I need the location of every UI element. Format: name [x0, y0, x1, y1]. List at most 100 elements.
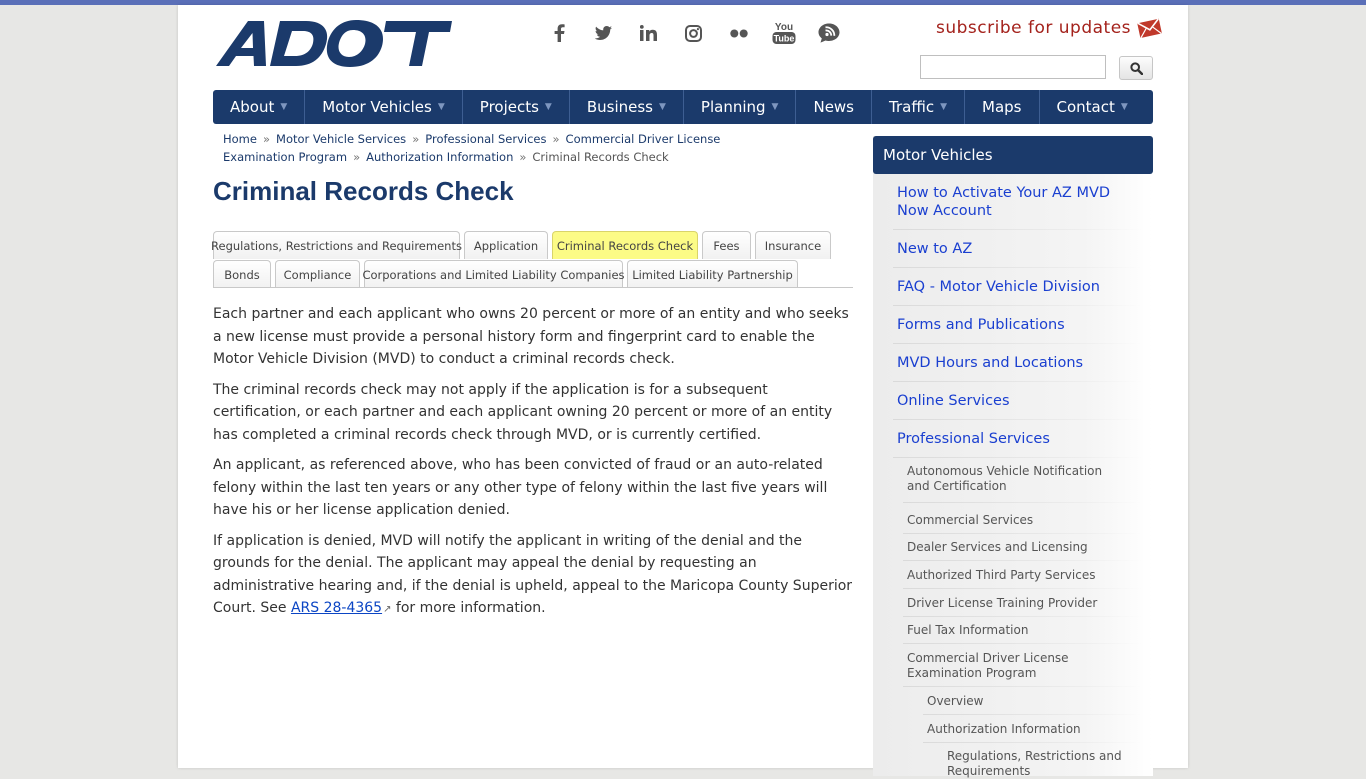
caret-down-icon: ▼	[771, 102, 779, 112]
nav-label: Contact	[1056, 98, 1115, 116]
tab-underline	[213, 287, 853, 288]
page-container: You Tube subscribe for updates About ▼ Mo…	[178, 5, 1188, 778]
tab-regulations[interactable]: Regulations, Restrictions and Requiremen…	[211, 231, 462, 259]
sidebar-divider	[903, 616, 1143, 617]
sidebar-subsubitem-overview[interactable]: Overview	[927, 694, 1137, 709]
sidebar-divider	[893, 305, 1143, 306]
sidebar-item-new-to-az[interactable]: New to AZ	[897, 240, 1143, 258]
nav-item-about[interactable]: About ▼	[213, 90, 306, 124]
envelope-icon	[1137, 18, 1162, 39]
sidebar-item-hours-locations[interactable]: MVD Hours and Locations	[897, 354, 1143, 372]
caret-down-icon: ▼	[1120, 102, 1128, 112]
breadcrumb-motor-vehicle-services[interactable]: Motor Vehicle Services	[276, 132, 406, 146]
nav-label: Maps	[982, 98, 1022, 116]
sidebar-divider	[903, 588, 1143, 589]
nav-label: Projects	[479, 98, 539, 116]
sidebar-subitem-third-party[interactable]: Authorized Third Party Services	[907, 568, 1137, 583]
search-input[interactable]	[920, 55, 1106, 79]
nav-label: Business	[586, 98, 653, 116]
ars-link[interactable]: ARS 28-4365	[291, 600, 382, 616]
linkedin-icon[interactable]	[626, 15, 671, 51]
sidebar-subsubitem-authorization-information[interactable]: Authorization Information	[927, 722, 1137, 737]
facebook-icon[interactable]	[536, 15, 581, 51]
sidebar-subitem-commercial-services[interactable]: Commercial Services	[907, 513, 1137, 528]
nav-item-traffic[interactable]: Traffic ▼	[872, 90, 966, 124]
nav-item-news[interactable]: News	[796, 90, 873, 124]
breadcrumb-separator: »	[412, 132, 420, 146]
tab-application[interactable]: Application	[464, 231, 548, 259]
sidebar-divider	[903, 643, 1143, 644]
twitter-icon[interactable]	[581, 15, 626, 51]
breadcrumb-separator: »	[519, 150, 527, 164]
sidebar-divider	[903, 560, 1143, 561]
sidebar-item-forms[interactable]: Forms and Publications	[897, 316, 1143, 334]
youtube-bottom-label: Tube	[773, 34, 794, 44]
sidebar-divider	[893, 457, 1143, 458]
tab-bonds[interactable]: Bonds	[213, 260, 271, 288]
sidebar-divider	[903, 686, 1143, 687]
content-paragraph: The criminal records check may not apply…	[213, 381, 833, 443]
breadcrumb-current: Criminal Records Check	[532, 150, 669, 164]
nav-label: Motor Vehicles	[322, 98, 432, 116]
tab-compliance[interactable]: Compliance	[275, 260, 360, 288]
nav-item-maps[interactable]: Maps	[965, 90, 1040, 124]
content-paragraph: Each partner and each applicant who owns…	[213, 306, 849, 367]
nav-label: Traffic	[889, 98, 935, 116]
sidebar-item-faq[interactable]: FAQ - Motor Vehicle Division	[897, 278, 1143, 296]
main-content: Each partner and each applicant who owns…	[213, 303, 857, 630]
blog-icon[interactable]	[806, 15, 851, 51]
sidebar-item-online-services[interactable]: Online Services	[897, 392, 1143, 410]
sidebar-divider	[893, 381, 1143, 382]
nav-item-business[interactable]: Business ▼	[570, 90, 684, 124]
caret-down-icon: ▼	[280, 102, 288, 112]
tab-criminal-records-check[interactable]: Criminal Records Check	[552, 231, 698, 259]
subscribe-label: subscribe for updates	[936, 18, 1132, 38]
adot-logo[interactable]	[214, 18, 454, 68]
sidebar-subitem-fuel-tax[interactable]: Fuel Tax Information	[907, 623, 1137, 638]
flickr-icon[interactable]	[716, 15, 761, 51]
nav-item-planning[interactable]: Planning ▼	[684, 90, 797, 124]
breadcrumb-separator: »	[353, 150, 361, 164]
breadcrumb-professional-services[interactable]: Professional Services	[425, 132, 546, 146]
sidebar: Motor Vehicles How to Activate Your AZ M…	[873, 136, 1153, 779]
caret-down-icon: ▼	[940, 102, 948, 112]
breadcrumb-home[interactable]: Home	[223, 132, 257, 146]
youtube-icon[interactable]: You Tube	[761, 15, 806, 51]
sidebar-item-az-mvd-now[interactable]: How to Activate Your AZ MVD Now Account	[897, 184, 1143, 220]
sidebar-divider	[893, 229, 1143, 230]
tab-llp[interactable]: Limited Liability Partnership	[627, 260, 798, 288]
subscribe-link[interactable]: subscribe for updates	[936, 15, 1163, 41]
breadcrumb-separator: »	[262, 132, 271, 146]
sidebar-divider	[893, 343, 1143, 344]
sidebar-item-professional-services[interactable]: Professional Services	[897, 430, 1143, 448]
tab-corporations-llc[interactable]: Corporations and Limited Liability Compa…	[362, 260, 625, 288]
sidebar-subitem-cdl-exam-program[interactable]: Commercial Driver License Examination Pr…	[907, 651, 1137, 681]
sidebar-subitem-dealer-services[interactable]: Dealer Services and Licensing	[907, 540, 1137, 555]
caret-down-icon: ▼	[659, 102, 666, 112]
tab-fees[interactable]: Fees	[702, 231, 751, 259]
nav-item-contact[interactable]: Contact ▼	[1040, 90, 1145, 124]
paragraph-text: for more information.	[391, 600, 546, 616]
tab-insurance[interactable]: Insurance	[755, 231, 831, 259]
sidebar-header[interactable]: Motor Vehicles	[873, 136, 1153, 174]
nav-item-projects[interactable]: Projects ▼	[463, 90, 570, 124]
instagram-icon[interactable]	[671, 15, 716, 51]
breadcrumb-authorization-information[interactable]: Authorization Information	[366, 150, 513, 164]
sidebar-divider	[893, 267, 1143, 268]
sidebar-divider	[903, 502, 1143, 503]
tab-bar: Regulations, Restrictions and Requiremen…	[211, 230, 853, 288]
sidebar-level4-item-regulations[interactable]: Regulations, Restrictions and Requiremen…	[947, 749, 1127, 779]
nav-item-motor-vehicles[interactable]: Motor Vehicles ▼	[305, 90, 463, 124]
nav-label: About	[230, 98, 275, 116]
sidebar-divider	[923, 742, 1143, 743]
caret-down-icon: ▼	[437, 102, 445, 112]
sidebar-subitem-driver-training[interactable]: Driver License Training Provider	[907, 596, 1137, 611]
social-links: You Tube	[536, 15, 851, 51]
page-title: Criminal Records Check	[213, 176, 514, 206]
search-icon	[1129, 61, 1143, 75]
sidebar-subitem-autonomous-vehicle[interactable]: Autonomous Vehicle Notification and Cert…	[907, 464, 1127, 494]
breadcrumb-separator: »	[552, 132, 560, 146]
content-paragraph: An applicant, as referenced above, who h…	[213, 457, 828, 518]
content-paragraph: If application is denied, MVD will notif…	[213, 530, 857, 622]
search-button[interactable]	[1119, 56, 1153, 80]
